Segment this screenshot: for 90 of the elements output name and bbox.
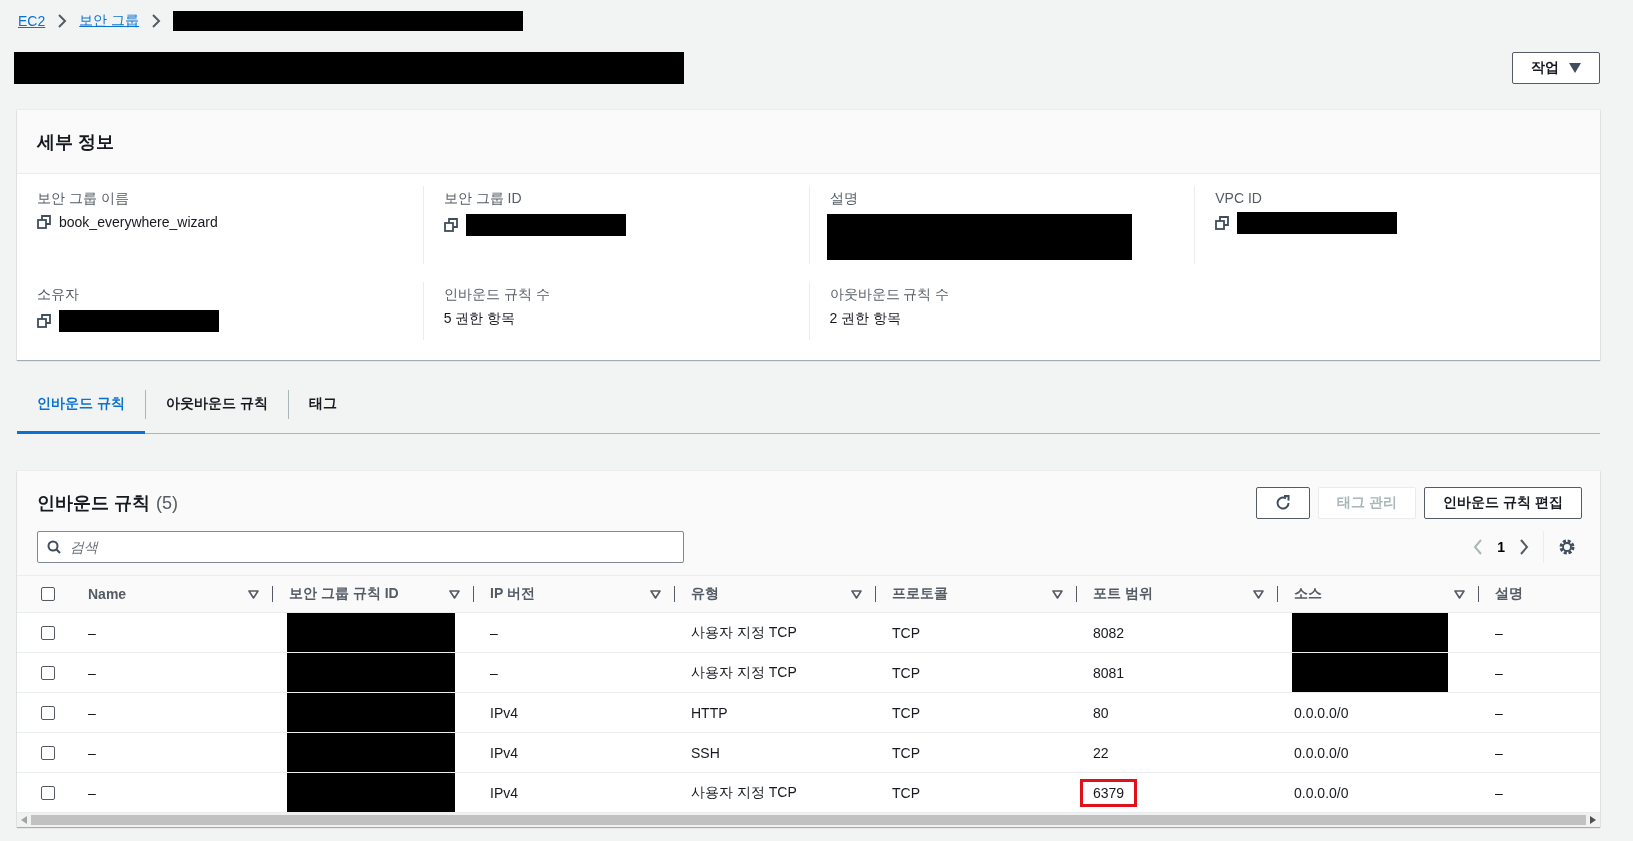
section-title: 인바운드 규칙	[37, 493, 150, 513]
settings-icon[interactable]	[1558, 538, 1576, 556]
column-header[interactable]: IP 버전	[490, 585, 535, 603]
next-page-button[interactable]	[1519, 539, 1529, 555]
chevron-right-icon	[57, 14, 68, 28]
field-label: 설명	[829, 190, 859, 208]
column-header[interactable]: 설명	[1495, 585, 1523, 603]
rule-count: (5)	[156, 493, 178, 513]
table-cell: 8081	[1093, 664, 1125, 681]
field-label: VPC ID	[1215, 190, 1263, 206]
horizontal-scrollbar[interactable]	[17, 813, 1600, 827]
sort-icon[interactable]	[1052, 589, 1063, 599]
field-value: 2 권한 항목	[829, 310, 902, 328]
caret-down-icon	[1569, 62, 1581, 73]
tab[interactable]: 태그	[288, 376, 357, 434]
column-header[interactable]: 소스	[1294, 585, 1322, 603]
table-cell: TCP	[892, 784, 920, 801]
table-cell: 22	[1093, 744, 1109, 761]
table-cell: –	[88, 704, 96, 721]
table-cell: –	[490, 664, 498, 681]
select-all-checkbox[interactable]	[40, 587, 55, 601]
refresh-button[interactable]	[1256, 487, 1311, 519]
copy-icon[interactable]	[37, 215, 51, 229]
field-value: book_everywhere_wizard	[59, 214, 218, 230]
table-cell: TCP	[892, 704, 920, 721]
table-cell: 80	[1093, 704, 1109, 721]
copy-icon[interactable]	[443, 218, 458, 232]
table-cell: 8082	[1093, 624, 1125, 641]
row-checkbox[interactable]	[40, 625, 55, 640]
chevron-right-icon	[151, 14, 162, 28]
table-cell: 0.0.0.0/0	[1294, 704, 1349, 721]
copy-icon[interactable]	[1215, 216, 1230, 230]
tab[interactable]: 아웃바운드 규칙	[145, 376, 288, 434]
table-cell: IPv4	[490, 784, 518, 801]
copy-icon[interactable]	[37, 314, 51, 328]
highlighted-cell: 6379	[1080, 778, 1138, 807]
column-header[interactable]: 유형	[691, 585, 719, 603]
breadcrumb-link[interactable]: EC2	[18, 13, 46, 29]
column-header[interactable]: 프로토콜	[892, 585, 948, 603]
table-cell: –	[1495, 744, 1503, 761]
table-cell: –	[1495, 664, 1503, 681]
actions-button[interactable]: 작업	[1512, 51, 1600, 84]
field-value: 5 권한 항목	[443, 310, 516, 328]
column-header[interactable]: 보안 그룹 규칙 ID	[289, 585, 399, 603]
table-cell: IPv4	[490, 704, 518, 721]
row-checkbox[interactable]	[40, 665, 55, 680]
table-cell: 사용자 지정 TCP	[691, 663, 797, 682]
table-cell: SSH	[691, 744, 720, 761]
row-checkbox[interactable]	[40, 745, 55, 760]
table-cell: –	[88, 664, 96, 681]
arrow-right-icon	[1590, 816, 1596, 824]
table-cell: –	[490, 624, 498, 641]
table-cell: TCP	[892, 624, 920, 641]
sort-icon[interactable]	[1253, 589, 1264, 599]
refresh-icon	[1275, 495, 1292, 511]
sort-icon[interactable]	[449, 589, 460, 599]
row-checkbox[interactable]	[40, 785, 55, 800]
table-cell: 0.0.0.0/0	[1294, 784, 1349, 801]
toolbar-button[interactable]: 인바운드 규칙 편집	[1424, 487, 1582, 519]
column-header[interactable]: 포트 범위	[1093, 585, 1153, 603]
table-cell: HTTP	[691, 704, 728, 721]
field-label: 소유자	[37, 286, 80, 304]
table-cell: –	[1495, 624, 1503, 641]
sort-icon[interactable]	[248, 589, 259, 599]
table-cell: –	[88, 744, 96, 761]
table-cell: –	[1495, 784, 1503, 801]
breadcrumb-link[interactable]: 보안 그룹	[79, 12, 140, 30]
field-label: 아웃바운드 규칙 수	[829, 286, 951, 304]
field-label: 보안 그룹 이름	[37, 190, 130, 208]
sort-icon[interactable]	[851, 589, 862, 599]
table-cell: IPv4	[490, 744, 518, 761]
field-label: 인바운드 규칙 수	[443, 286, 551, 304]
row-checkbox[interactable]	[40, 705, 55, 720]
sort-icon[interactable]	[1454, 589, 1465, 599]
table-cell: TCP	[892, 744, 920, 761]
table-cell: 0.0.0.0/0	[1294, 744, 1349, 761]
column-header[interactable]: Name	[88, 586, 127, 602]
tab[interactable]: 인바운드 규칙	[17, 376, 145, 434]
table-cell: 사용자 지정 TCP	[691, 783, 797, 802]
search-field[interactable]: 검색	[37, 531, 684, 563]
table-cell: TCP	[892, 664, 920, 681]
sort-icon[interactable]	[650, 589, 661, 599]
table-cell: –	[88, 784, 96, 801]
section-title: 세부 정보	[37, 130, 114, 154]
field-label: 보안 그룹 ID	[443, 190, 523, 208]
table-cell: –	[88, 624, 96, 641]
arrow-left-icon	[21, 816, 27, 824]
table-cell: 사용자 지정 TCP	[691, 623, 797, 642]
table-cell: –	[1495, 704, 1503, 721]
page-number[interactable]: 1	[1497, 539, 1505, 555]
